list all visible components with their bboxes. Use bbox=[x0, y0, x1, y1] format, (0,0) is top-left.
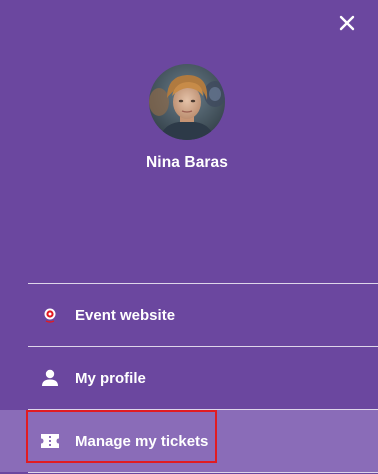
event-logo-icon bbox=[39, 304, 61, 326]
close-button[interactable] bbox=[332, 8, 362, 38]
menu-item-label: My profile bbox=[75, 369, 146, 387]
user-name: Nina Baras bbox=[146, 154, 228, 171]
menu-divider bbox=[28, 472, 378, 473]
menu-item-manage-tickets[interactable]: Manage my tickets bbox=[0, 410, 378, 472]
menu-item-label: Event website bbox=[75, 306, 176, 324]
menu-item-label: Manage my tickets bbox=[75, 432, 209, 450]
ticket-icon bbox=[39, 430, 61, 452]
menu-item-event-website[interactable]: Event website bbox=[28, 284, 378, 346]
menu-item-my-profile[interactable]: My profile bbox=[28, 347, 378, 409]
avatar bbox=[149, 64, 225, 140]
side-menu: Event website My profile Manage my ticke… bbox=[0, 283, 378, 473]
close-icon bbox=[339, 15, 355, 31]
user-icon bbox=[39, 367, 61, 389]
